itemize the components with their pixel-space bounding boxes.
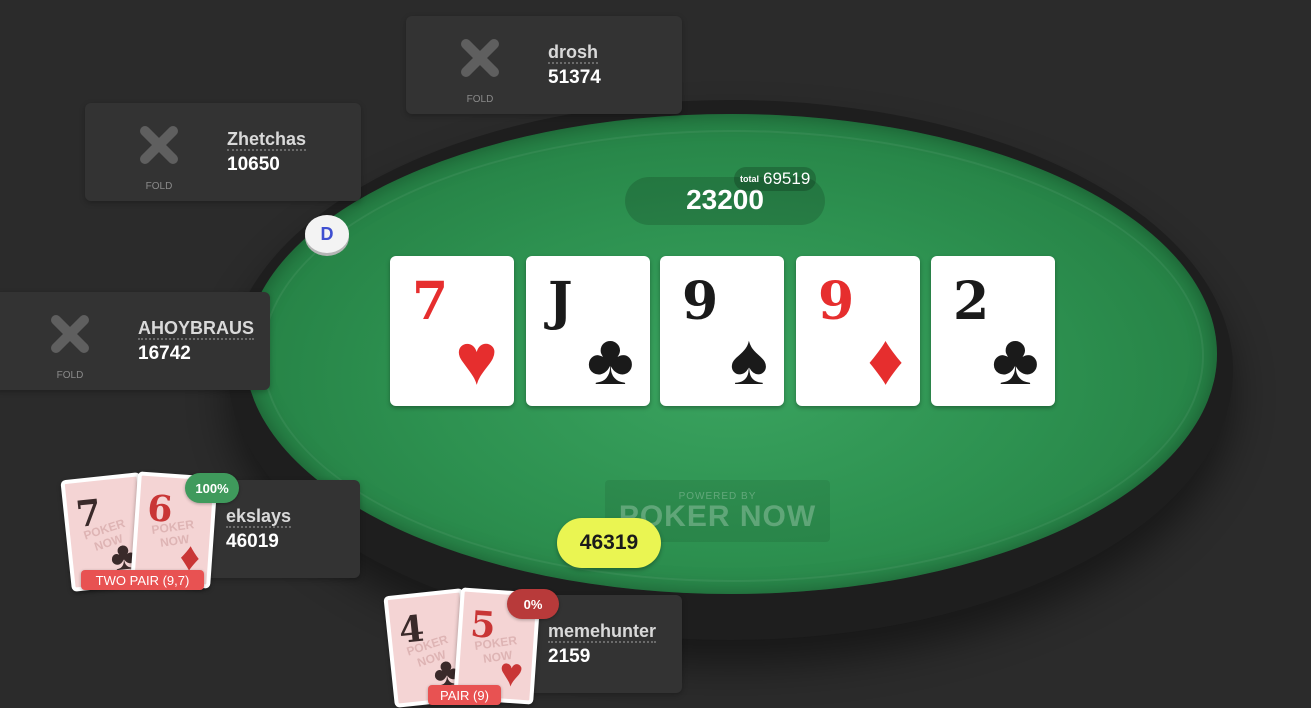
fold-status: FOLD [56, 370, 84, 381]
player-name[interactable]: ekslays [226, 506, 292, 528]
player-panel-ahoybraus[interactable]: FOLD AHOYBRAUS 16742 [0, 292, 270, 390]
equity-badge: 100% [185, 473, 239, 503]
bet-amount-chip: 46319 [557, 518, 661, 568]
board-card-2: J ♣ [526, 256, 650, 406]
player-stack: 16742 [138, 343, 191, 364]
player-panel-zhetchas[interactable]: FOLD Zhetchas 10650 [85, 103, 361, 201]
board-card-1: 7 ♥ [390, 256, 514, 406]
fold-status: FOLD [145, 181, 173, 192]
club-suit-icon: ♣ [991, 320, 1039, 400]
player-panel-drosh[interactable]: FOLD drosh 51374 [406, 16, 682, 114]
fold-x-icon [461, 39, 499, 77]
heart-suit-icon: ♥ [497, 650, 525, 696]
player-name[interactable]: drosh [548, 42, 599, 64]
player-stack: 51374 [548, 67, 601, 88]
board-card-3: 9 ♠ [660, 256, 784, 406]
card-rank: 2 [953, 271, 990, 332]
fold-status: FOLD [466, 94, 494, 105]
player-name[interactable]: memehunter [548, 621, 657, 643]
card-rank: J [548, 271, 573, 332]
card-rank: 9 [818, 271, 855, 332]
card-rank: 7 [412, 271, 449, 332]
hand-strength-label: TWO PAIR (9,7) [81, 570, 204, 590]
pot-total-label: total [740, 174, 759, 184]
card-rank: 9 [682, 271, 719, 332]
diamond-suit-icon: ♦ [867, 320, 904, 400]
pot-total-value: 69519 [763, 169, 811, 188]
heart-suit-icon: ♥ [455, 320, 498, 400]
player-name[interactable]: Zhetchas [227, 129, 307, 151]
board-card-5: 2 ♣ [931, 256, 1055, 406]
pot-total-badge: total 69519 [734, 167, 817, 191]
fold-x-icon [51, 315, 89, 353]
equity-badge: 0% [507, 589, 559, 619]
hand-strength-label: PAIR (9) [428, 685, 501, 705]
club-suit-icon: ♣ [586, 320, 634, 400]
player-stack: 2159 [548, 646, 591, 667]
board-card-4: 9 ♦ [796, 256, 920, 406]
dealer-button: D [305, 215, 349, 253]
player-stack: 10650 [227, 154, 280, 175]
player-stack: 46019 [226, 531, 279, 552]
spade-suit-icon: ♠ [729, 320, 768, 400]
fold-x-icon [140, 126, 178, 164]
player-name[interactable]: AHOYBRAUS [138, 318, 255, 340]
